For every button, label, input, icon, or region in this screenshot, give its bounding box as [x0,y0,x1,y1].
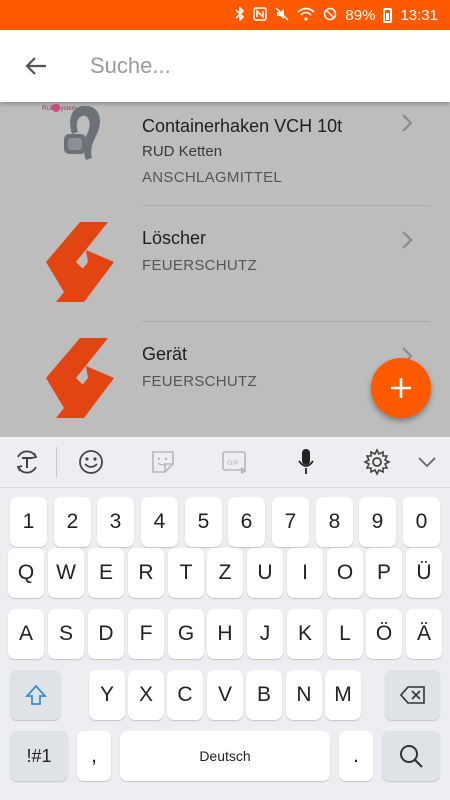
mute-icon [275,7,289,23]
key[interactable]: H [207,609,243,659]
key[interactable]: Ü [406,548,442,598]
key[interactable]: O [327,548,363,598]
key[interactable]: 7 [272,497,309,547]
add-button[interactable] [371,358,431,418]
search-header [0,30,450,102]
feuerschutz-logo-icon [40,338,120,418]
shift-key[interactable] [10,670,61,720]
nfc-icon [253,7,268,23]
key[interactable]: A [8,609,44,659]
search-input[interactable] [90,53,420,79]
key[interactable]: G [168,609,204,659]
key[interactable]: 5 [185,497,222,547]
keyboard: GIF 1 2 3 4 5 6 7 8 9 0 Q W E R T Z U I … [0,437,450,800]
key[interactable]: 9 [359,497,396,547]
key[interactable]: 8 [316,497,353,547]
backspace-icon [399,686,425,704]
item-category: FEUERSCHUTZ [142,373,257,390]
key[interactable]: J [247,609,283,659]
period-key[interactable]: . [339,731,373,781]
comma-key[interactable]: , [77,731,111,781]
key[interactable]: W [48,548,84,598]
gif-icon[interactable]: GIF [218,445,252,479]
key[interactable]: I [287,548,323,598]
chevron-right-icon [402,114,413,132]
item-category: FEUERSCHUTZ [142,257,257,274]
key[interactable]: Q [8,548,44,598]
key[interactable]: X [128,670,164,720]
shift-icon [24,684,47,705]
chevron-right-icon [402,231,413,249]
key[interactable]: U [247,548,283,598]
battery-percent: 89% [345,6,376,24]
key[interactable]: Y [89,670,125,720]
search-key[interactable] [382,731,440,781]
key[interactable]: 6 [228,497,265,547]
no-disturb-icon [323,7,337,23]
collapse-icon[interactable] [410,445,444,479]
key[interactable]: R [128,548,164,598]
sticker-icon[interactable] [146,445,180,479]
keyboard-toolbar: GIF [0,437,450,487]
key[interactable]: 4 [141,497,178,547]
status-time: 13:31 [400,6,438,24]
bluetooth-icon [235,6,245,24]
list-item[interactable]: RUD System Containerhaken VCH 10t RUD Ke… [0,102,450,203]
key[interactable]: Ä [406,609,442,659]
key[interactable]: C [167,670,203,720]
key[interactable]: K [287,609,323,659]
svg-text:GIF: GIF [227,460,239,467]
status-bar: 89% 13:31 [0,0,450,30]
key[interactable]: S [48,609,84,659]
arrow-left-icon [25,57,46,75]
text-mode-icon[interactable] [10,445,44,479]
item-title: Löscher [142,228,207,248]
key[interactable]: F [128,609,164,659]
wifi-icon [297,7,315,23]
toolbar-separator [56,447,57,477]
item-title: Containerhaken VCH 10t [142,116,343,136]
key[interactable]: 3 [97,497,134,547]
key[interactable]: 0 [403,497,440,547]
space-key[interactable]: Deutsch [120,731,330,781]
navigation-bar [0,785,450,800]
key[interactable]: Ö [366,609,402,659]
key[interactable]: L [327,609,363,659]
key[interactable]: M [325,670,361,720]
key[interactable]: D [88,609,124,659]
settings-icon[interactable] [360,445,394,479]
item-title: Gerät [142,344,188,364]
feuerschutz-logo-icon [40,222,120,302]
key[interactable]: P [366,548,402,598]
key[interactable]: V [207,670,243,720]
item-subtitle: RUD Ketten [142,143,223,160]
battery-icon [383,7,393,23]
plus-icon [391,378,411,398]
key[interactable]: 2 [54,497,91,547]
key[interactable]: N [286,670,322,720]
symbols-key[interactable]: !#1 [10,731,68,781]
key[interactable]: 1 [10,497,47,547]
key[interactable]: B [246,670,282,720]
item-category: ANSCHLAGMITTEL [142,169,283,186]
key[interactable]: T [168,548,204,598]
back-button[interactable] [0,30,72,102]
search-icon [400,745,423,768]
rud-hook-image: RUD System [40,102,120,176]
emoji-icon[interactable] [74,445,108,479]
toolbar-divider [0,487,450,488]
list-item[interactable]: Löscher FEUERSCHUTZ [0,206,450,323]
key[interactable]: Z [207,548,243,598]
microphone-icon[interactable] [289,445,323,479]
backspace-key[interactable] [385,670,440,720]
key[interactable]: E [88,548,124,598]
